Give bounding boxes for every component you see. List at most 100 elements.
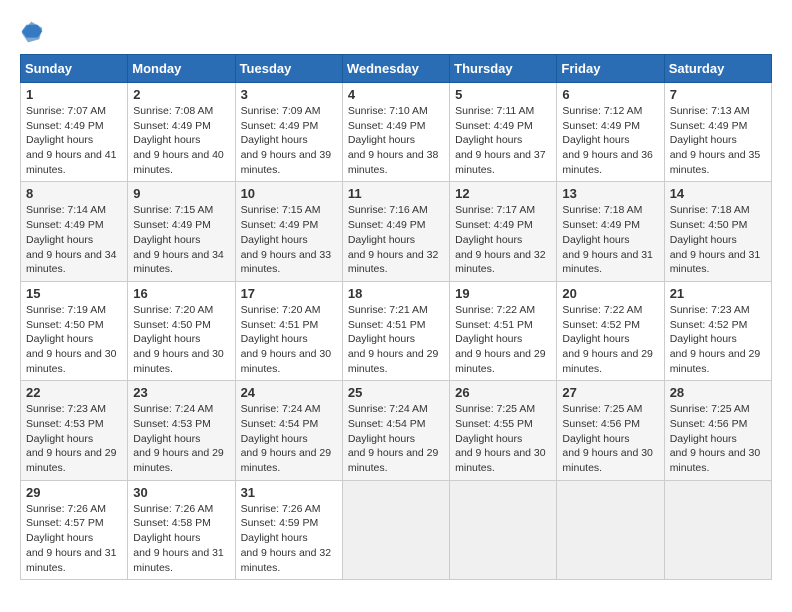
cell-info: Sunrise: 7:18 AMSunset: 4:50 PMDaylight …: [670, 204, 761, 275]
cell-info: Sunrise: 7:24 AMSunset: 4:54 PMDaylight …: [241, 403, 332, 474]
cell-info: Sunrise: 7:07 AMSunset: 4:49 PMDaylight …: [26, 105, 117, 176]
calendar-cell: 7 Sunrise: 7:13 AMSunset: 4:49 PMDaylight…: [664, 83, 771, 182]
day-header-monday: Monday: [128, 55, 235, 83]
day-number: 4: [348, 87, 444, 102]
calendar-cell: 1 Sunrise: 7:07 AMSunset: 4:49 PMDaylight…: [21, 83, 128, 182]
day-header-friday: Friday: [557, 55, 664, 83]
cell-info: Sunrise: 7:12 AMSunset: 4:49 PMDaylight …: [562, 105, 653, 176]
cell-info: Sunrise: 7:13 AMSunset: 4:49 PMDaylight …: [670, 105, 761, 176]
calendar-cell: 3 Sunrise: 7:09 AMSunset: 4:49 PMDaylight…: [235, 83, 342, 182]
calendar-cell: 15 Sunrise: 7:19 AMSunset: 4:50 PMDayligh…: [21, 281, 128, 380]
day-number: 12: [455, 186, 551, 201]
calendar-cell: [450, 480, 557, 579]
day-header-tuesday: Tuesday: [235, 55, 342, 83]
calendar-cell: [342, 480, 449, 579]
calendar-cell: 24 Sunrise: 7:24 AMSunset: 4:54 PMDayligh…: [235, 381, 342, 480]
cell-info: Sunrise: 7:11 AMSunset: 4:49 PMDaylight …: [455, 105, 546, 176]
calendar-cell: 22 Sunrise: 7:23 AMSunset: 4:53 PMDayligh…: [21, 381, 128, 480]
day-number: 1: [26, 87, 122, 102]
day-number: 6: [562, 87, 658, 102]
cell-info: Sunrise: 7:23 AMSunset: 4:53 PMDaylight …: [26, 403, 117, 474]
day-number: 5: [455, 87, 551, 102]
day-number: 8: [26, 186, 122, 201]
header-row: SundayMondayTuesdayWednesdayThursdayFrid…: [21, 55, 772, 83]
calendar-cell: 21 Sunrise: 7:23 AMSunset: 4:52 PMDayligh…: [664, 281, 771, 380]
calendar-cell: 28 Sunrise: 7:25 AMSunset: 4:56 PMDayligh…: [664, 381, 771, 480]
day-number: 16: [133, 286, 229, 301]
calendar-cell: 27 Sunrise: 7:25 AMSunset: 4:56 PMDayligh…: [557, 381, 664, 480]
day-number: 27: [562, 385, 658, 400]
calendar-cell: 4 Sunrise: 7:10 AMSunset: 4:49 PMDaylight…: [342, 83, 449, 182]
calendar-cell: 12Sunrise: 7:17 AMSunset: 4:49 PMDayligh…: [450, 182, 557, 281]
day-number: 3: [241, 87, 337, 102]
cell-info: Sunrise: 7:26 AMSunset: 4:57 PMDaylight …: [26, 503, 117, 574]
header: [20, 20, 772, 44]
calendar-cell: 5 Sunrise: 7:11 AMSunset: 4:49 PMDaylight…: [450, 83, 557, 182]
calendar-cell: 11Sunrise: 7:16 AMSunset: 4:49 PMDayligh…: [342, 182, 449, 281]
day-number: 15: [26, 286, 122, 301]
calendar-cell: 14 Sunrise: 7:18 AMSunset: 4:50 PMDayligh…: [664, 182, 771, 281]
cell-info: Sunrise: 7:14 AMSunset: 4:49 PMDaylight …: [26, 204, 117, 275]
day-number: 19: [455, 286, 551, 301]
day-number: 13: [562, 186, 658, 201]
day-number: 9: [133, 186, 229, 201]
cell-info: Sunrise: 7:24 AMSunset: 4:53 PMDaylight …: [133, 403, 224, 474]
cell-info: Sunrise: 7:16 AMSunset: 4:49 PMDaylight …: [348, 204, 439, 275]
day-number: 25: [348, 385, 444, 400]
day-number: 24: [241, 385, 337, 400]
cell-info: Sunrise: 7:25 AMSunset: 4:55 PMDaylight …: [455, 403, 546, 474]
calendar-cell: 20Sunrise: 7:22 AMSunset: 4:52 PMDayligh…: [557, 281, 664, 380]
cell-info: Sunrise: 7:19 AMSunset: 4:50 PMDaylight …: [26, 304, 117, 375]
day-number: 23: [133, 385, 229, 400]
cell-info: Sunrise: 7:15 AMSunset: 4:49 PMDaylight …: [241, 204, 332, 275]
cell-info: Sunrise: 7:22 AMSunset: 4:51 PMDaylight …: [455, 304, 546, 375]
day-header-wednesday: Wednesday: [342, 55, 449, 83]
cell-info: Sunrise: 7:25 AMSunset: 4:56 PMDaylight …: [562, 403, 653, 474]
cell-info: Sunrise: 7:24 AMSunset: 4:54 PMDaylight …: [348, 403, 439, 474]
logo: [20, 20, 48, 44]
calendar-cell: 9 Sunrise: 7:15 AMSunset: 4:49 PMDaylight…: [128, 182, 235, 281]
cell-info: Sunrise: 7:20 AMSunset: 4:50 PMDaylight …: [133, 304, 224, 375]
day-number: 2: [133, 87, 229, 102]
cell-info: Sunrise: 7:09 AMSunset: 4:49 PMDaylight …: [241, 105, 332, 176]
calendar-cell: 8 Sunrise: 7:14 AMSunset: 4:49 PMDaylight…: [21, 182, 128, 281]
day-number: 30: [133, 485, 229, 500]
calendar-cell: 26 Sunrise: 7:25 AMSunset: 4:55 PMDayligh…: [450, 381, 557, 480]
day-number: 18: [348, 286, 444, 301]
day-number: 10: [241, 186, 337, 201]
week-row-5: 29 Sunrise: 7:26 AMSunset: 4:57 PMDayligh…: [21, 480, 772, 579]
calendar-cell: 2Sunrise: 7:08 AMSunset: 4:49 PMDaylight…: [128, 83, 235, 182]
cell-info: Sunrise: 7:25 AMSunset: 4:56 PMDaylight …: [670, 403, 761, 474]
cell-info: Sunrise: 7:26 AMSunset: 4:59 PMDaylight …: [241, 503, 332, 574]
day-number: 22: [26, 385, 122, 400]
day-number: 29: [26, 485, 122, 500]
calendar-cell: 6 Sunrise: 7:12 AMSunset: 4:49 PMDaylight…: [557, 83, 664, 182]
cell-info: Sunrise: 7:20 AMSunset: 4:51 PMDaylight …: [241, 304, 332, 375]
day-number: 31: [241, 485, 337, 500]
cell-info: Sunrise: 7:10 AMSunset: 4:49 PMDaylight …: [348, 105, 439, 176]
logo-icon: [20, 20, 44, 44]
day-number: 7: [670, 87, 766, 102]
cell-info: Sunrise: 7:23 AMSunset: 4:52 PMDaylight …: [670, 304, 761, 375]
calendar-cell: 23 Sunrise: 7:24 AMSunset: 4:53 PMDayligh…: [128, 381, 235, 480]
day-header-saturday: Saturday: [664, 55, 771, 83]
cell-info: Sunrise: 7:26 AMSunset: 4:58 PMDaylight …: [133, 503, 224, 574]
calendar-cell: 19 Sunrise: 7:22 AMSunset: 4:51 PMDayligh…: [450, 281, 557, 380]
cell-info: Sunrise: 7:18 AMSunset: 4:49 PMDaylight …: [562, 204, 653, 275]
calendar-cell: 30 Sunrise: 7:26 AMSunset: 4:58 PMDayligh…: [128, 480, 235, 579]
day-number: 21: [670, 286, 766, 301]
calendar-cell: 18Sunrise: 7:21 AMSunset: 4:51 PMDayligh…: [342, 281, 449, 380]
calendar-cell: 29 Sunrise: 7:26 AMSunset: 4:57 PMDayligh…: [21, 480, 128, 579]
day-number: 26: [455, 385, 551, 400]
day-number: 14: [670, 186, 766, 201]
calendar-cell: [664, 480, 771, 579]
week-row-4: 22 Sunrise: 7:23 AMSunset: 4:53 PMDayligh…: [21, 381, 772, 480]
day-number: 28: [670, 385, 766, 400]
day-number: 20: [562, 286, 658, 301]
calendar-cell: 31 Sunrise: 7:26 AMSunset: 4:59 PMDayligh…: [235, 480, 342, 579]
calendar-cell: 10 Sunrise: 7:15 AMSunset: 4:49 PMDayligh…: [235, 182, 342, 281]
calendar-cell: 25 Sunrise: 7:24 AMSunset: 4:54 PMDayligh…: [342, 381, 449, 480]
week-row-1: 1 Sunrise: 7:07 AMSunset: 4:49 PMDaylight…: [21, 83, 772, 182]
cell-info: Sunrise: 7:15 AMSunset: 4:49 PMDaylight …: [133, 204, 224, 275]
day-header-thursday: Thursday: [450, 55, 557, 83]
